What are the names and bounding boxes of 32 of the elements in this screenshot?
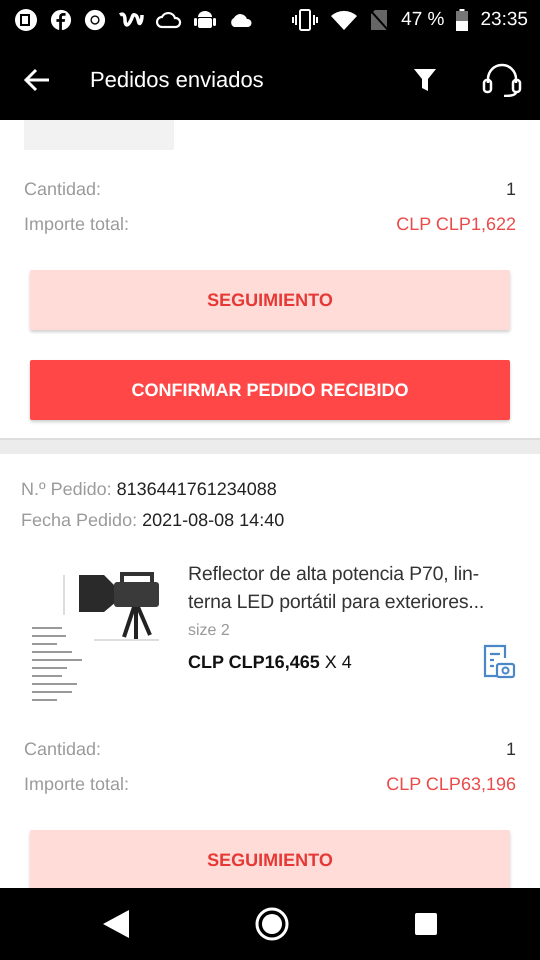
total-label: Importe total:	[24, 213, 130, 236]
order-date: Fecha Pedido: 2021-08-08 14:40	[21, 510, 284, 530]
back-nav-icon[interactable]	[103, 910, 129, 938]
document-camera-icon[interactable]	[482, 644, 516, 680]
facebook-icon	[50, 9, 72, 31]
wifi-icon	[331, 10, 358, 30]
quantity-value: 1	[506, 738, 516, 761]
cloud-question-icon	[156, 9, 182, 31]
order-number: N.º Pedido: 8136441761234088	[21, 479, 277, 499]
no-sim-icon	[369, 9, 390, 31]
battery-percentage: 47 %	[401, 9, 444, 31]
battery-icon	[456, 9, 468, 31]
vibrate-icon	[291, 9, 320, 31]
product-title[interactable]: Reflector de alta potencia P70, lin-terna LED portátil para exteriores...	[188, 560, 516, 616]
cloud-icon	[228, 11, 254, 29]
clock-time: 23:35	[480, 9, 528, 31]
total-amount: CLP CLP63,196	[386, 773, 516, 796]
back-arrow-icon[interactable]	[24, 68, 50, 92]
tracking-button[interactable]: SEGUIMIENTO	[30, 830, 510, 888]
total-label: Importe total:	[24, 773, 130, 796]
quantity-label: Cantidad:	[24, 178, 102, 201]
tracking-button[interactable]: SEGUIMIENTO	[30, 270, 510, 330]
product-price: CLP CLP16,465 X 4	[188, 652, 352, 672]
quantity-value: 1	[506, 178, 516, 201]
filter-icon[interactable]	[414, 68, 436, 92]
headset-icon[interactable]	[482, 63, 522, 97]
quantity-label: Cantidad:	[24, 738, 102, 761]
home-nav-icon[interactable]	[255, 907, 289, 941]
confirm-received-button[interactable]: CONFIRMAR PEDIDO RECIBIDO	[30, 360, 510, 420]
total-amount: CLP CLP1,622	[396, 213, 516, 236]
product-variant: size 2	[188, 622, 231, 640]
screen-title: Pedidos enviados	[90, 67, 265, 93]
